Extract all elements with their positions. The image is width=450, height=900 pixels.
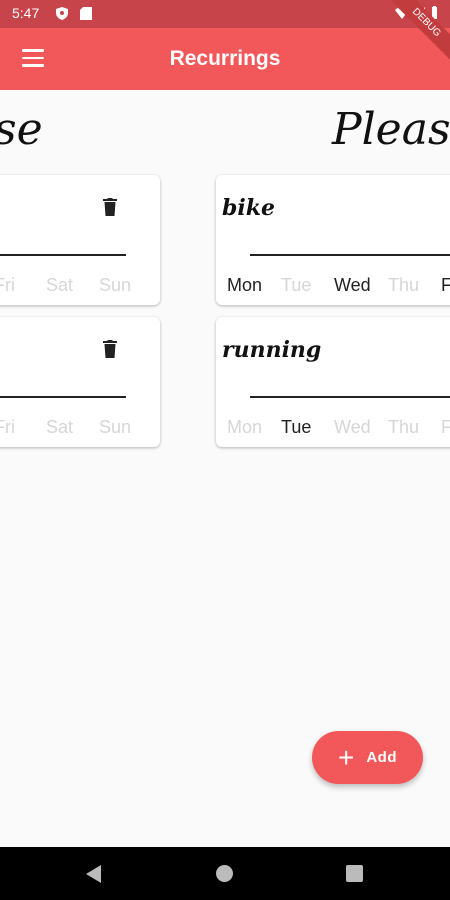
status-bar: 5:47 [0,0,450,28]
home-icon[interactable] [216,865,233,882]
day-sat[interactable]: Sat [46,275,73,296]
trash-icon[interactable] [103,340,117,358]
card-divider [0,396,126,398]
status-time: 5:47 [12,5,40,21]
day-fri[interactable]: F [441,417,450,438]
plus-icon: + [337,741,355,773]
recent-apps-icon[interactable] [346,865,363,882]
day-fri[interactable]: Fri [0,417,15,438]
sd-card-icon [80,7,92,20]
day-tue[interactable]: Tue [281,417,311,438]
day-mon[interactable]: Mon [227,417,262,438]
page-title: Recurrings [169,47,281,70]
card-divider [250,396,450,398]
recurring-card[interactable]: Fri Sat Sun [0,317,160,447]
card-name: bike [222,195,275,221]
system-nav-bar [0,847,450,900]
day-mon[interactable]: Mon [227,275,262,296]
day-sun[interactable]: Sun [99,417,131,438]
card-name: running [222,337,322,363]
card-divider [250,254,450,256]
card-divider [0,254,126,256]
section-title: Pleasu [332,104,450,155]
recurring-card[interactable]: bike Mon Tue Wed Thu F [216,175,450,305]
day-tue[interactable]: Tue [281,275,311,296]
day-fri[interactable]: F [441,275,450,296]
day-sat[interactable]: Sat [46,417,73,438]
day-wed[interactable]: Wed [334,417,371,438]
day-sun[interactable]: Sun [99,275,131,296]
app-bar: Recurrings [0,28,450,90]
back-icon[interactable] [86,865,101,883]
day-wed[interactable]: Wed [334,275,371,296]
recurring-card[interactable]: running Mon Tue Wed Thu F [216,317,450,447]
section-title: se [0,104,43,155]
recurring-card[interactable]: Fri Sat Sun [0,175,160,305]
recurrings-content[interactable]: se Fri Sat Sun Fri Sat Sun Pleasu bike M… [0,90,450,847]
trash-icon[interactable] [103,198,117,216]
day-thu[interactable]: Thu [388,275,419,296]
day-thu[interactable]: Thu [388,417,419,438]
shield-icon [56,7,68,20]
add-button-label: Add [366,749,398,766]
add-button[interactable]: + Add [312,731,423,784]
day-fri[interactable]: Fri [0,275,15,296]
